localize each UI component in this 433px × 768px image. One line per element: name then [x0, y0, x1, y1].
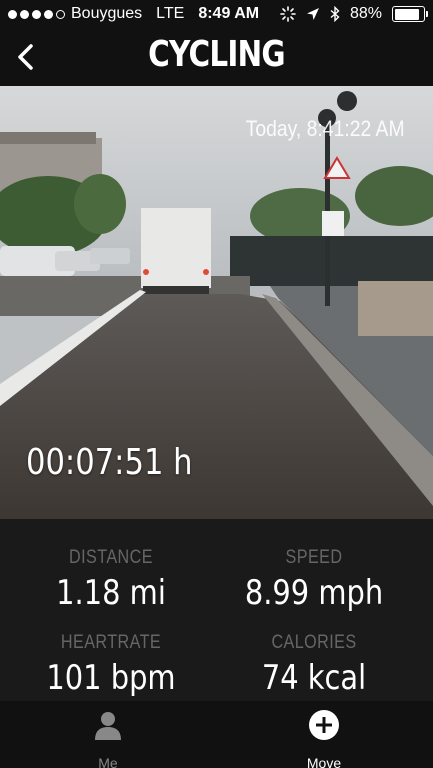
location-arrow-icon [306, 8, 319, 20]
carrier-name: Bouygues [71, 5, 143, 22]
stat-value: 8.99 mph [244, 573, 384, 613]
stat-heartrate: HEARTRATE 101 bpm [3, 632, 219, 698]
stat-value: 74 kcal [261, 658, 367, 698]
status-time: 8:49 AM [198, 5, 260, 22]
status-bar: Bouygues LTE 8:49 AM 88% [0, 0, 433, 28]
tab-bar: Me Move [0, 701, 433, 768]
plus-circle-icon [309, 710, 339, 740]
person-icon [95, 712, 121, 740]
stat-value: 1.18 mi [56, 573, 166, 613]
stat-label: CALORIES [271, 632, 357, 653]
battery-icon [392, 6, 428, 22]
activity-photo: Today, 8:41:22 AM 00:07:51 h [0, 86, 433, 519]
page-title: CYCLING [148, 34, 285, 75]
network-type: LTE [156, 5, 185, 22]
battery-level [394, 8, 420, 20]
stat-speed: SPEED 8.99 mph [206, 547, 422, 613]
navigation-bar: CYCLING [0, 28, 433, 86]
bluetooth-icon [330, 6, 340, 22]
photo-timestamp: Today, 8:41:22 AM [246, 116, 405, 141]
activity-stats: DISTANCE 1.18 mi SPEED 8.99 mph HEARTRAT… [0, 519, 433, 701]
stat-label: SPEED [285, 547, 343, 568]
tab-me[interactable]: Me [48, 709, 168, 768]
activity-spinner-icon [280, 6, 296, 22]
tab-move[interactable]: Move [264, 709, 384, 768]
stat-label: HEARTRATE [60, 632, 162, 653]
tab-label: Me [98, 755, 118, 768]
tab-label: Move [306, 755, 342, 768]
battery-percent: 88% [349, 5, 382, 22]
signal-strength-icon [8, 9, 65, 19]
stat-value: 101 bpm [46, 658, 176, 698]
stat-label: DISTANCE [69, 547, 153, 568]
stat-calories: CALORIES 74 kcal [206, 632, 422, 698]
stat-distance: DISTANCE 1.18 mi [3, 547, 219, 613]
activity-duration: 00:07:51 h [26, 442, 193, 483]
